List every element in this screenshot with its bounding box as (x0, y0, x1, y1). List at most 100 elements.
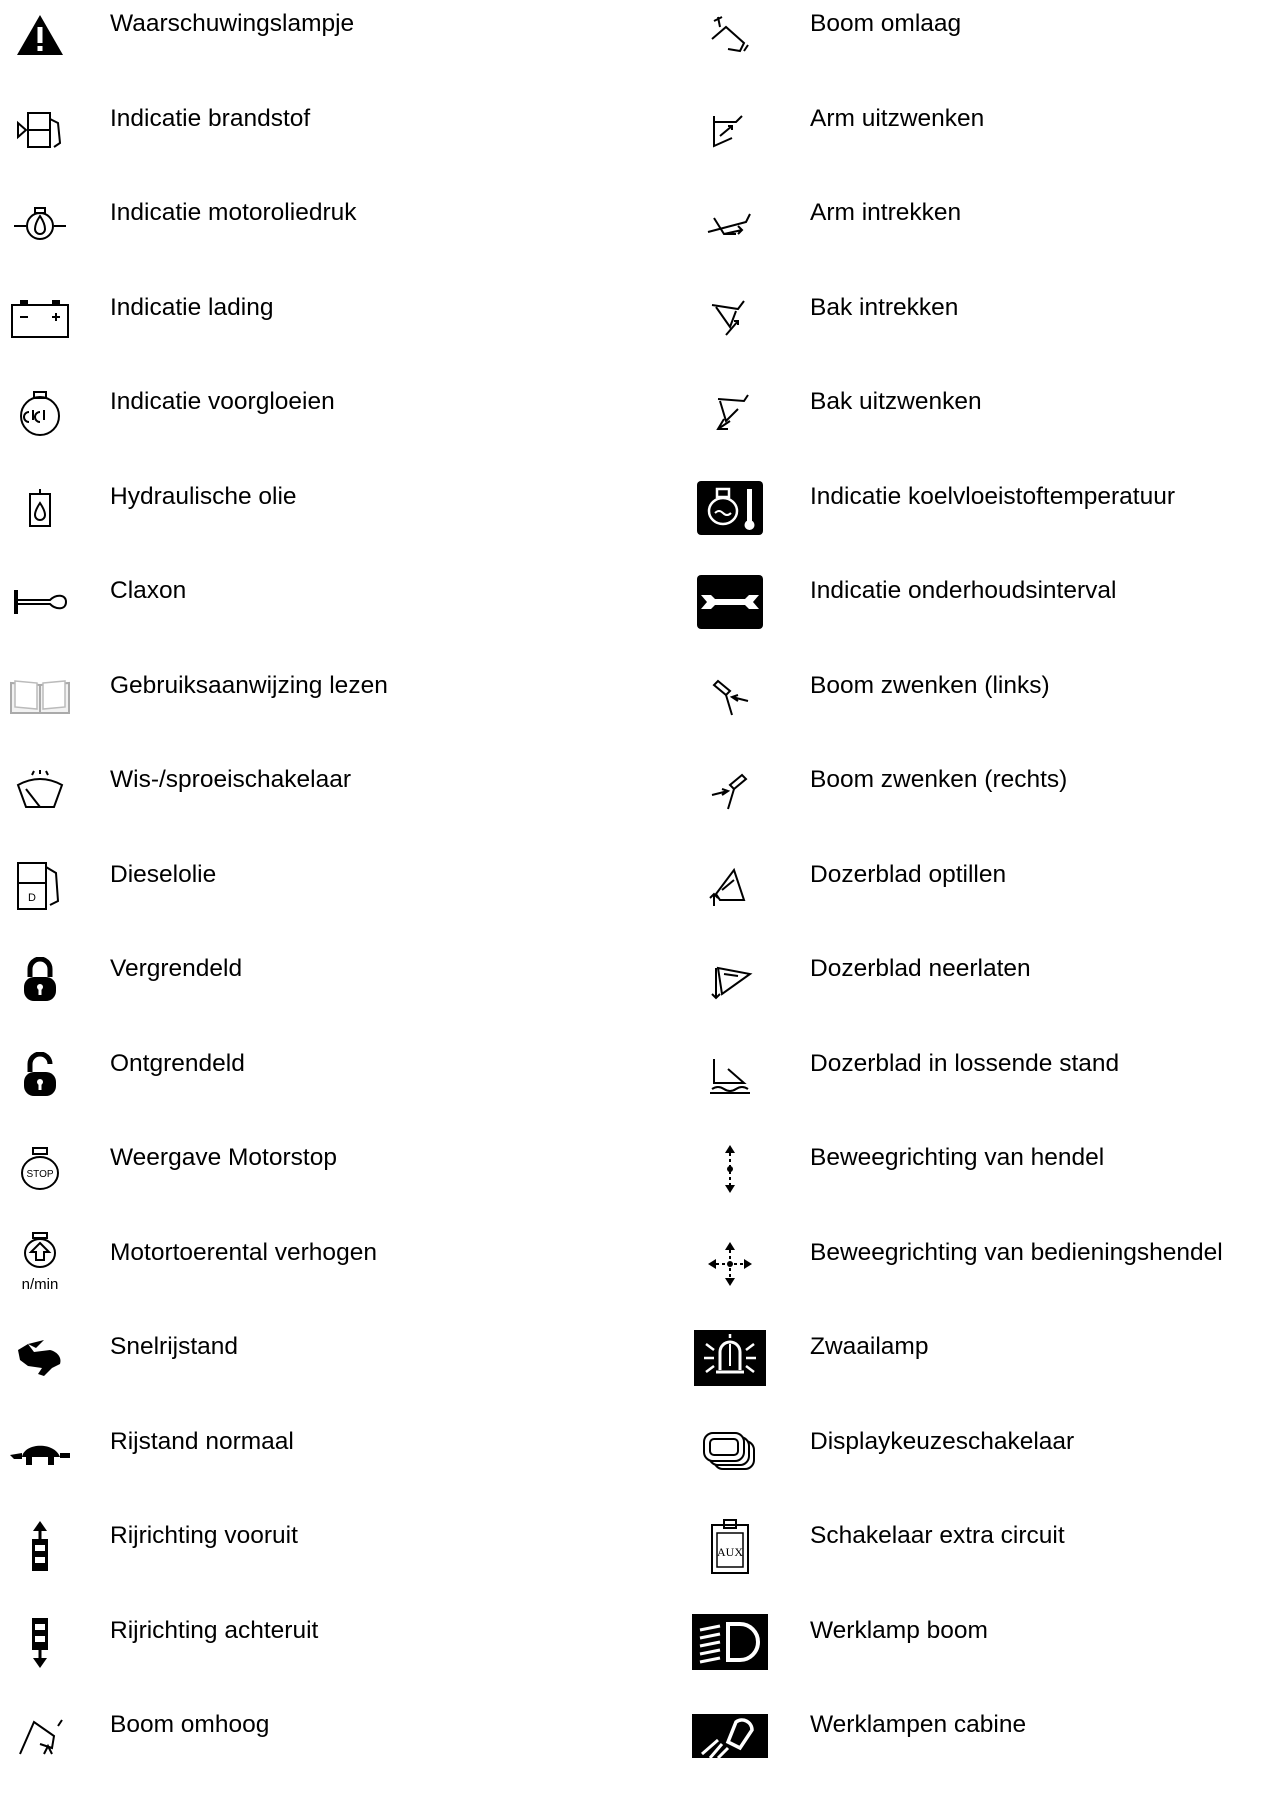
symbol-label: Werklampen cabine (810, 1711, 1027, 1738)
symbol-label: Werklamp boom (810, 1616, 988, 1644)
joystick-direction-icon (690, 1229, 770, 1299)
symbol-row: Boom omhoog (0, 1701, 690, 1796)
symbol-label: Rijrichting achteruit (110, 1616, 319, 1644)
symbol-row: Dozerblad optillen (690, 851, 1267, 946)
symbol-row: Arm intrekken (690, 189, 1267, 284)
symbol-row: Indicatie onderhoudsinterval (690, 567, 1267, 662)
symbol-label: Zwaailamp (810, 1333, 929, 1360)
symbol-label: Indicatie voorgloeien (110, 388, 335, 415)
symbol-label: Boom zwenken (links) (810, 671, 1050, 699)
engine-stop-icon: STOP (0, 1134, 80, 1204)
symbol-row: Boom zwenken (links) (690, 662, 1267, 757)
symbol-row: Vergrendeld (0, 945, 690, 1040)
symbol-label: Indicatie motoroliedruk (110, 199, 357, 226)
symbol-label: Gebruiksaanwijzing lezen (110, 671, 388, 699)
symbol-label: Dozerblad in lossende stand (810, 1049, 1120, 1077)
right-symbol-column: Boom omlaag Arm uitzwenken Arm intrekken Ba… (690, 0, 1267, 1796)
manual-book-icon (0, 662, 80, 732)
symbol-label: Bak intrekken (810, 293, 959, 321)
boom-swing-right-icon (690, 756, 770, 826)
symbol-label: Vergrendeld (110, 955, 243, 982)
symbol-label: Ontgrendeld (110, 1049, 245, 1077)
symbol-label: Indicatie onderhoudsinterval (810, 577, 1117, 604)
symbol-label: Claxon (110, 577, 187, 604)
service-interval-wrench-icon (690, 567, 770, 637)
symbol-label: Hydraulische olie (110, 482, 297, 510)
symbol-row: n/min Motortoerental verhogen (0, 1229, 690, 1324)
symbol-row: Snelrijstand (0, 1323, 690, 1418)
aux-circuit-icon: AUX (690, 1512, 770, 1582)
turtle-icon (0, 1418, 80, 1488)
symbol-row: AUX Schakelaar extra circuit (690, 1512, 1267, 1607)
dozer-blade-lower-icon (690, 945, 770, 1015)
symbol-label: Arm intrekken (810, 199, 962, 226)
svg-text:D: D (28, 892, 36, 904)
arm-in-icon (690, 189, 770, 259)
boom-down-icon (690, 0, 770, 70)
symbol-row: Hydraulische olie (0, 473, 690, 568)
svg-text:n/min: n/min (22, 1276, 59, 1293)
lever-direction-icon (690, 1134, 770, 1204)
symbol-row: Rijrichting vooruit (0, 1512, 690, 1607)
symbol-row: Wis-/sproeischakelaar (0, 756, 690, 851)
symbol-label: Motortoerental verhogen (110, 1238, 377, 1266)
rabbit-icon (0, 1323, 80, 1393)
svg-text:AUX: AUX (717, 1545, 743, 1559)
symbol-row: Werklamp boom (690, 1607, 1267, 1702)
symbol-label: Beweegrichting van bedieningshendel (810, 1238, 1223, 1266)
symbol-label: Schakelaar extra circuit (810, 1522, 1065, 1549)
glow-plug-icon (0, 378, 80, 448)
symbol-row: Indicatie voorgloeien (0, 378, 690, 473)
arm-out-icon (690, 95, 770, 165)
bucket-out-icon (690, 378, 770, 448)
left-symbol-column: Waarschuwingslampje Indicatie brandstof In… (0, 0, 690, 1796)
symbol-row: Dozerblad neerlaten (690, 945, 1267, 1040)
symbol-row: Ontgrendeld (0, 1040, 690, 1135)
symbol-label: Dozerblad neerlaten (810, 955, 1031, 982)
symbol-label: Boom omlaag (810, 10, 962, 37)
symbol-row: Rijstand normaal (0, 1418, 690, 1513)
symbol-label: Dieselolie (110, 860, 217, 888)
symbol-label: Waarschuwingslampje (110, 10, 355, 37)
boom-swing-left-icon (690, 662, 770, 732)
symbol-row: Arm uitzwenken (690, 95, 1267, 190)
symbol-row: D Dieselolie (0, 851, 690, 946)
symbol-row: Beweegrichting van hendel (690, 1134, 1267, 1229)
symbol-label: Dozerblad optillen (810, 860, 1007, 888)
symbol-label: Rijstand normaal (110, 1427, 294, 1455)
symbol-row: Rijrichting achteruit (0, 1607, 690, 1702)
svg-text:STOP: STOP (26, 1169, 53, 1180)
symbol-row: Indicatie koelvloeistoftemperatuur (690, 473, 1267, 568)
symbol-row: Claxon (0, 567, 690, 662)
lock-open-icon (0, 1040, 80, 1110)
beacon-light-icon (690, 1323, 770, 1393)
symbol-row: Werklampen cabine (690, 1701, 1267, 1796)
symbol-row: Zwaailamp (690, 1323, 1267, 1418)
travel-reverse-icon (0, 1607, 80, 1677)
travel-forward-icon (0, 1512, 80, 1582)
engine-speed-up-icon: n/min (0, 1229, 80, 1299)
symbol-row: Gebruiksaanwijzing lezen (0, 662, 690, 757)
symbol-label: Beweegrichting van hendel (810, 1144, 1105, 1171)
symbol-label: Boom omhoog (110, 1711, 270, 1738)
symbol-row: Beweegrichting van bedieningshendel (690, 1229, 1267, 1324)
symbol-row: Indicatie brandstof (0, 95, 690, 190)
hydraulic-oil-icon (0, 473, 80, 543)
symbol-row: Waarschuwingslampje (0, 0, 690, 95)
battery-charge-icon (0, 284, 80, 354)
wiper-washer-icon (0, 756, 80, 826)
cab-work-lights-icon (690, 1701, 770, 1771)
symbol-label: Weergave Motorstop (110, 1144, 337, 1171)
boom-up-icon (0, 1701, 80, 1771)
symbol-label: Boom zwenken (rechts) (810, 766, 1068, 793)
symbol-row: Dozerblad in lossende stand (690, 1040, 1267, 1135)
warning-triangle-icon (0, 0, 80, 70)
symbol-label: Displaykeuzeschakelaar (810, 1427, 1075, 1455)
lock-closed-icon (0, 945, 80, 1015)
symbol-row: Indicatie motoroliedruk (0, 189, 690, 284)
display-select-icon (690, 1418, 770, 1488)
symbol-row: STOP Weergave Motorstop (0, 1134, 690, 1229)
symbol-label: Arm uitzwenken (810, 104, 985, 132)
symbol-label: Rijrichting vooruit (110, 1522, 298, 1549)
symbol-row: Bak uitzwenken (690, 378, 1267, 473)
